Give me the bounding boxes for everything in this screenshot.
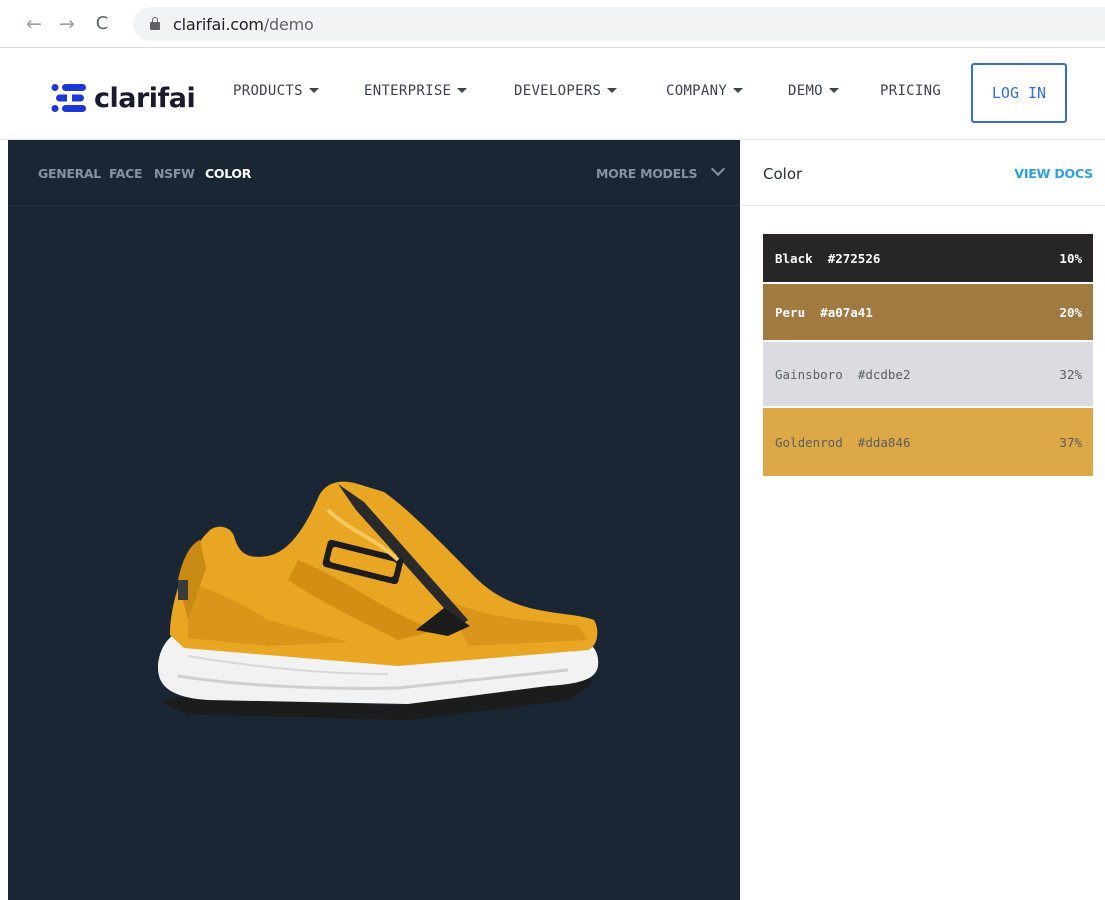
color-name: Goldenrod <box>775 434 843 450</box>
color-label: Peru #a07a41 <box>775 305 873 320</box>
url-path: /demo <box>263 15 314 34</box>
nav-label: PRODUCTS <box>233 83 303 99</box>
logo-text: clarifai <box>94 82 196 114</box>
lock-icon <box>150 17 160 30</box>
address-bar[interactable]: clarifai.com/demo <box>133 7 1105 41</box>
back-arrow-icon[interactable]: ← <box>22 10 46 38</box>
nav-enterprise[interactable]: ENTERPRISE <box>364 83 468 99</box>
clarifai-logo-icon <box>51 84 86 112</box>
color-row-black: Black #272526 10% <box>763 234 1093 282</box>
color-label: Goldenrod #dda846 <box>775 435 910 450</box>
sneaker-image <box>158 481 599 720</box>
results-header: Color VIEW DOCS <box>740 140 1105 206</box>
color-name: Gainsboro <box>775 366 843 382</box>
color-percent: 10% <box>1059 250 1082 266</box>
tab-face[interactable]: FACE <box>109 166 143 181</box>
color-hex: #dda846 <box>857 434 911 450</box>
color-hex: #a07a41 <box>820 304 873 320</box>
color-row-goldenrod: Goldenrod #dda846 37% <box>763 408 1093 476</box>
url-text[interactable]: clarifai.com/demo <box>173 15 314 34</box>
results-title: Color <box>763 165 803 183</box>
caret-down-icon <box>308 88 319 93</box>
color-percent: 32% <box>1059 366 1082 382</box>
forward-arrow-icon[interactable]: → <box>55 10 79 38</box>
nav-company[interactable]: COMPANY <box>666 83 744 99</box>
color-label: Black #272526 <box>775 251 880 266</box>
color-name: Black <box>775 250 813 266</box>
color-percent: 20% <box>1059 304 1082 320</box>
caret-down-icon <box>733 88 744 93</box>
site-header: clarifai PRODUCTS ENTERPRISE DEVELOPERS … <box>0 48 1105 140</box>
chevron-down-icon[interactable] <box>710 161 726 177</box>
nav-developers[interactable]: DEVELOPERS <box>514 83 618 99</box>
tab-color[interactable]: COLOR <box>205 166 251 181</box>
color-percent: 37% <box>1059 434 1082 450</box>
model-tab-bar: GENERAL FACE NSFW COLOR MORE MODELS <box>8 140 740 206</box>
tab-nsfw[interactable]: NSFW <box>154 166 195 181</box>
color-row-gainsboro: Gainsboro #dcdbe2 32% <box>763 342 1093 406</box>
nav-pricing[interactable]: PRICING <box>880 83 941 99</box>
nav-products[interactable]: PRODUCTS <box>233 83 319 99</box>
login-button[interactable]: LOG IN <box>971 63 1067 123</box>
color-results-list: Black #272526 10% Peru #a07a41 20% Gains… <box>763 234 1093 476</box>
browser-toolbar: ← → C clarifai.com/demo <box>0 0 1105 48</box>
color-name: Peru <box>775 304 806 320</box>
nav-label: DEMO <box>788 83 823 99</box>
tab-general[interactable]: GENERAL <box>38 166 101 181</box>
demo-image-panel: GENERAL FACE NSFW COLOR MORE MODELS <box>8 140 740 900</box>
reload-icon[interactable]: C <box>90 10 114 38</box>
caret-down-icon <box>828 88 839 93</box>
caret-down-icon <box>607 88 618 93</box>
color-row-peru: Peru #a07a41 20% <box>763 284 1093 340</box>
nav-demo[interactable]: DEMO <box>788 83 839 99</box>
nav-label: PRICING <box>880 83 942 99</box>
color-hex: #dcdbe2 <box>857 366 911 382</box>
caret-down-icon <box>457 88 468 93</box>
color-hex: #272526 <box>827 250 881 266</box>
nav-label: DEVELOPERS <box>514 83 602 99</box>
nav-label: COMPANY <box>666 83 728 99</box>
url-domain: clarifai.com <box>173 15 264 34</box>
more-models-button[interactable]: MORE MODELS <box>596 166 698 181</box>
results-panel: Color VIEW DOCS Black #272526 10% Peru #… <box>740 140 1105 900</box>
clarifai-logo[interactable]: clarifai <box>50 78 196 118</box>
color-label: Gainsboro #dcdbe2 <box>775 367 910 382</box>
nav-label: ENTERPRISE <box>364 83 452 99</box>
view-docs-link[interactable]: VIEW DOCS <box>1014 166 1093 181</box>
